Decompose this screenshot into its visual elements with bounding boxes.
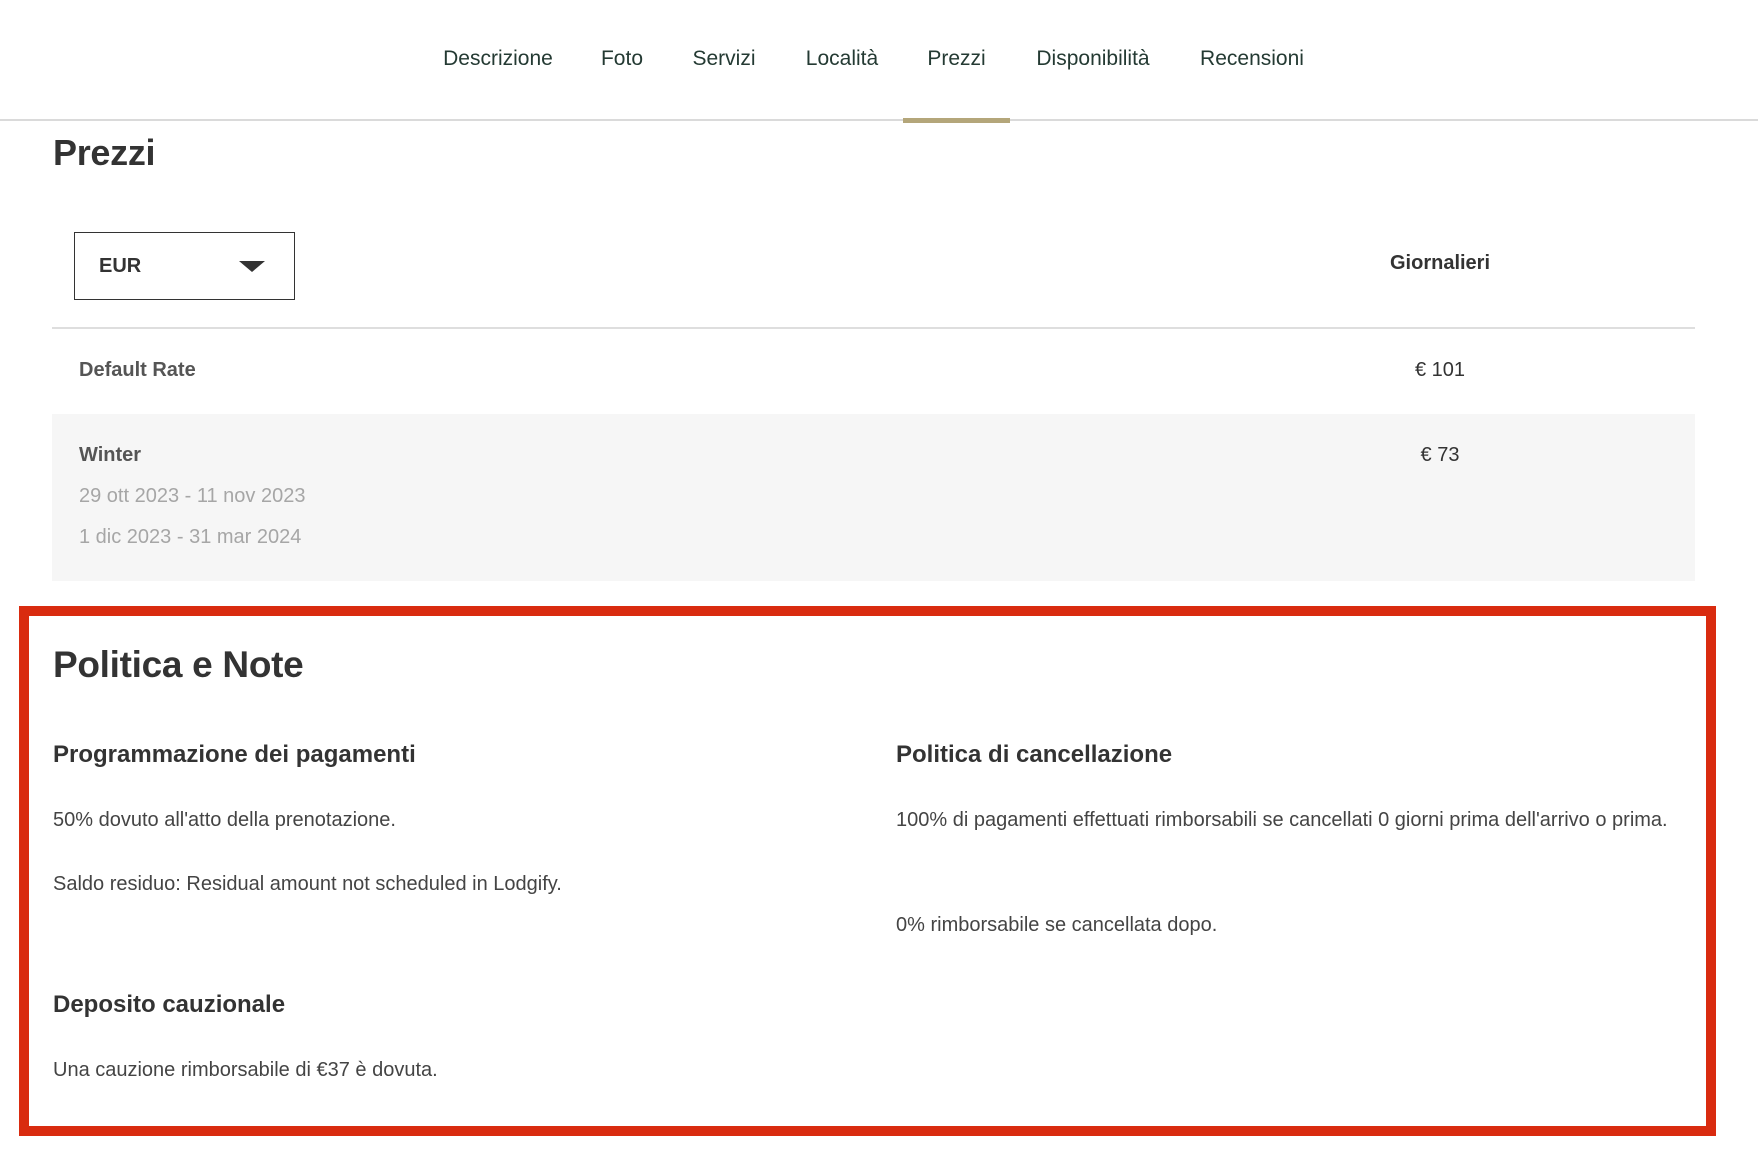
tab-disponibilita[interactable]: Disponibilità — [1030, 0, 1156, 121]
section-nav: Descrizione Foto Servizi Località Prezzi… — [0, 0, 1758, 123]
cancellation-line: 0% rimborsabile se cancellata dopo. — [896, 914, 1218, 936]
rate-name: Winter — [79, 444, 142, 466]
rate-date-range: 1 dic 2023 - 31 mar 2024 — [79, 526, 302, 548]
tab-label: Prezzi — [927, 46, 986, 70]
currency-value: EUR — [99, 255, 142, 277]
rate-date-range: 29 ott 2023 - 11 nov 2023 — [79, 485, 306, 507]
tab-label: Località — [805, 46, 879, 70]
rate-name: Default Rate — [79, 359, 196, 381]
deposit-heading: Deposito cauzionale — [53, 991, 286, 1018]
payment-schedule-line: Saldo residuo: Residual amount not sched… — [53, 873, 562, 895]
currency-select[interactable]: EUR — [74, 232, 295, 300]
tab-descrizione[interactable]: Descrizione — [432, 0, 564, 121]
tab-servizi[interactable]: Servizi — [686, 0, 762, 121]
rate-row-default: Default Rate € 101 — [52, 329, 1695, 414]
tab-label: Descrizione — [443, 46, 553, 70]
tab-foto[interactable]: Foto — [592, 0, 652, 121]
tab-label: Recensioni — [1200, 46, 1304, 70]
rate-price: € 73 — [1420, 444, 1460, 466]
policy-heading: Politica e Note — [53, 644, 304, 685]
deposit-line: Una cauzione rimborsabile di €37 è dovut… — [53, 1059, 438, 1081]
tab-label: Servizi — [692, 46, 756, 70]
cancellation-line: 100% di pagamenti effettuati rimborsabil… — [896, 809, 1668, 831]
prices-heading: Prezzi — [53, 132, 156, 173]
rate-price: € 101 — [1414, 359, 1466, 381]
tab-prezzi[interactable]: Prezzi — [903, 0, 1010, 123]
cancellation-heading: Politica di cancellazione — [896, 741, 1173, 768]
payment-schedule-heading: Programmazione dei pagamenti — [53, 741, 416, 768]
chevron-down-icon — [239, 261, 265, 272]
tab-localita[interactable]: Località — [796, 0, 888, 121]
tab-label: Foto — [600, 46, 644, 70]
tab-label: Disponibilità — [1036, 46, 1150, 70]
tab-recensioni[interactable]: Recensioni — [1196, 0, 1308, 121]
rate-column-header: Giornalieri — [1389, 252, 1491, 274]
payment-schedule-line: 50% dovuto all'atto della prenotazione. — [53, 809, 396, 831]
rate-row-winter: Winter 29 ott 2023 - 11 nov 2023 1 dic 2… — [52, 414, 1695, 581]
